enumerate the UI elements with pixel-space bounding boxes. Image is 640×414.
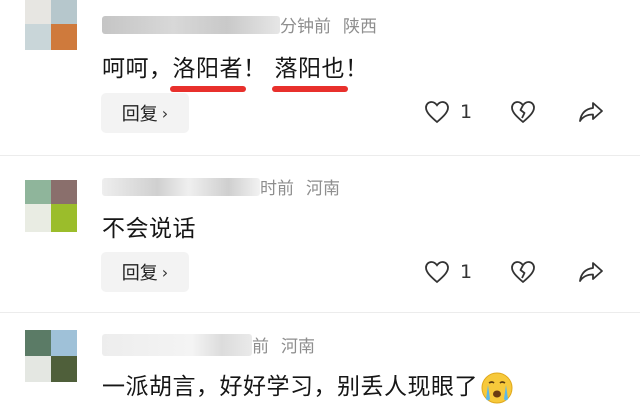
comment-item: 前河南 一派胡言，好好学习，别丢人现眼了 [0,318,640,414]
username-blurred[interactable] [102,15,280,34]
comment-time: 时前 [260,179,294,199]
like-button[interactable]: 1 [424,260,472,284]
comment-meta: 时前 河南 [102,174,340,200]
chevron-right-icon: › [161,103,169,123]
share-arrow-icon [579,102,603,122]
comment-item: 分钟前 陕西 呵呵，洛阳者！ 落阳也！ 回复 › 1 [0,0,640,150]
comment-meta: 分钟前 陕西 [102,12,377,38]
like-button[interactable]: 1 [424,100,472,124]
comment-time: 分钟前 [280,17,331,37]
highlighted-phrase: 落阳也 [271,49,348,92]
avatar[interactable] [25,0,77,50]
heart-icon [425,101,449,124]
avatar[interactable] [25,330,77,382]
share-button[interactable] [578,260,604,284]
comment-location: 河南 [281,337,315,357]
chevron-right-icon: › [161,262,169,282]
reply-button[interactable]: 回复 › [101,252,189,292]
divider [0,155,640,156]
like-count: 1 [460,261,473,283]
highlighted-phrase: 洛阳者 [169,49,246,92]
broken-heart-icon [511,261,535,283]
username-blurred[interactable] [102,333,252,356]
comment-location: 河南 [306,179,340,199]
username-blurred[interactable] [102,177,260,196]
reply-label: 回复 [121,104,158,125]
divider [0,312,640,313]
comment-text: 不会说话 [102,216,196,242]
share-button[interactable] [578,100,604,124]
crying-face-emoji [481,372,513,403]
reply-button[interactable]: 回复 › [101,93,189,133]
dislike-button[interactable] [510,100,536,124]
comment-meta: 前河南 [102,332,315,358]
dislike-button[interactable] [510,260,536,284]
comment-item: 时前 河南 不会说话 回复 › 1 [0,160,640,310]
comment-time: 前 [252,337,269,357]
avatar[interactable] [25,180,77,232]
comment-text: 一派胡言，好好学习，别丢人现眼了 [102,367,514,405]
heart-icon [425,261,449,284]
share-arrow-icon [579,262,603,282]
like-count: 1 [460,101,473,123]
comment-location: 陕西 [343,17,377,37]
broken-heart-icon [511,101,535,123]
comment-text: 呵呵，洛阳者！ 落阳也！ [102,49,369,92]
reply-label: 回复 [121,263,158,284]
